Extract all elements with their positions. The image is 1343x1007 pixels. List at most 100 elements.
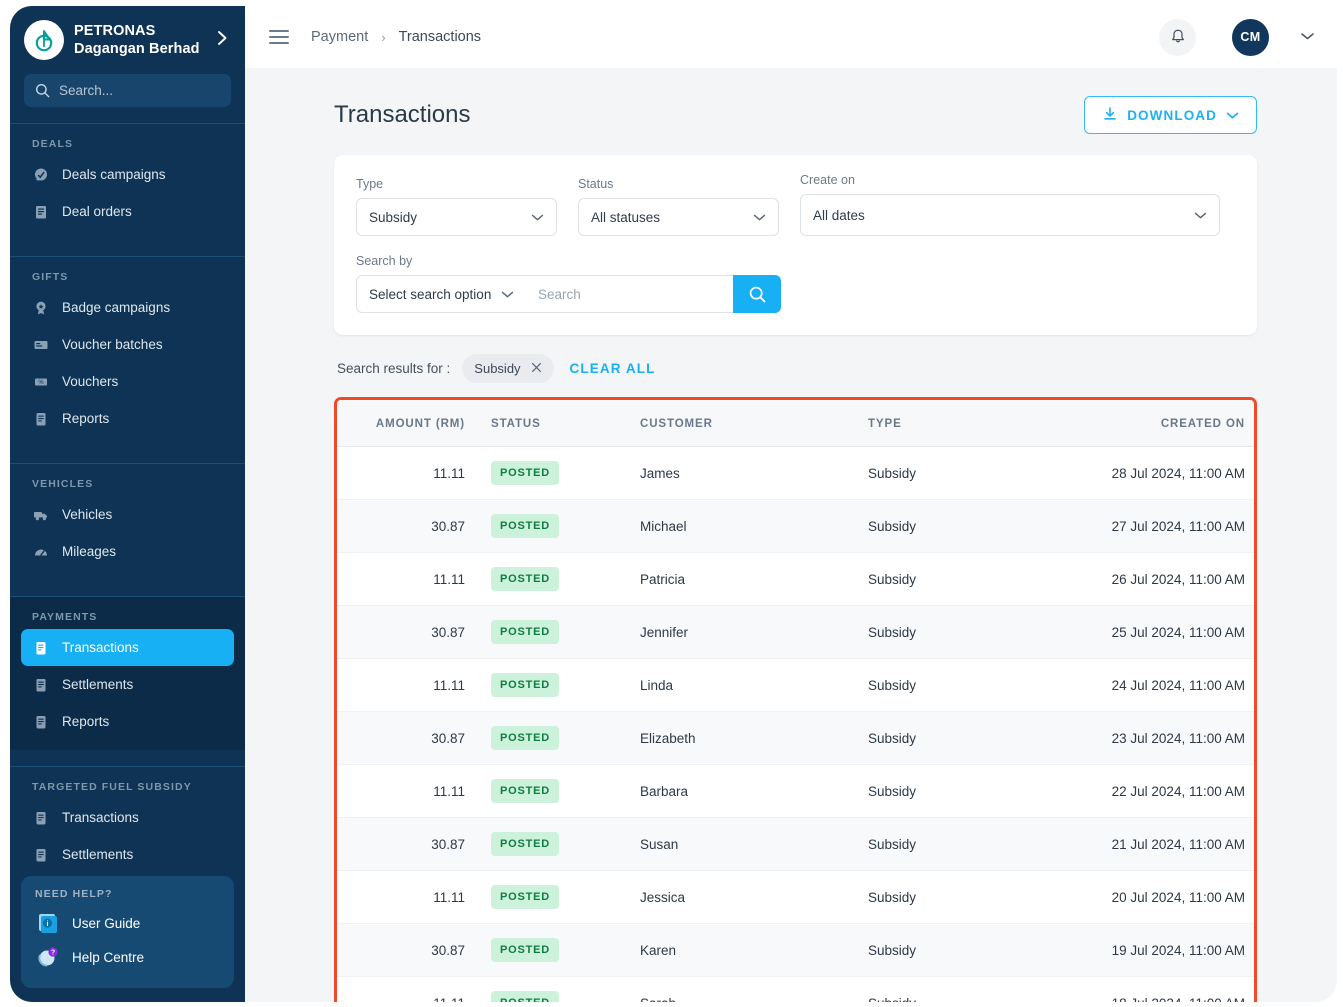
- filter-type-select[interactable]: Subsidy: [356, 198, 557, 236]
- hamburger-icon[interactable]: [269, 26, 289, 48]
- filter-row-primary: Type Subsidy Status All statuses: [356, 173, 1235, 236]
- table-row[interactable]: 11.11POSTEDBarbaraSubsidy22 Jul 2024, 11…: [337, 765, 1254, 818]
- sidebar-item-label: Reports: [62, 411, 109, 426]
- chevron-down-icon[interactable]: [1300, 28, 1315, 46]
- top-bar: Payment › Transactions CM: [245, 6, 1337, 68]
- cell-status: POSTED: [465, 553, 640, 606]
- sidebar-item-vouchers[interactable]: % Vouchers: [21, 363, 234, 400]
- close-icon[interactable]: [531, 361, 542, 376]
- search-input[interactable]: Search: [526, 275, 733, 313]
- sidebar-group-title-gifts: GIFTS: [10, 271, 245, 289]
- cell-status: POSTED: [465, 606, 640, 659]
- transactions-table-highlight: AMOUNT (RM) STATUS CUSTOMER TYPE CREATED…: [334, 397, 1257, 1002]
- table-row[interactable]: 30.87POSTEDKarenSubsidy19 Jul 2024, 11:0…: [337, 924, 1254, 977]
- sidebar-item-vehicles[interactable]: Vehicles: [21, 496, 234, 533]
- column-header-created-on[interactable]: CREATED ON: [1058, 400, 1254, 447]
- breadcrumb-item-payment[interactable]: Payment: [311, 29, 368, 45]
- filter-chip-subsidy[interactable]: Subsidy: [462, 354, 553, 383]
- sidebar-group-targeted-fuel-subsidy: TARGETED FUEL SUBSIDY Transactions Settl…: [10, 767, 245, 883]
- clear-all-button[interactable]: CLEAR ALL: [570, 361, 656, 376]
- sidebar-group-gifts: GIFTS Badge campaigns Voucher batches % …: [10, 257, 245, 447]
- sidebar-item-mileages[interactable]: Mileages: [21, 533, 234, 570]
- column-header-status[interactable]: STATUS: [465, 400, 640, 447]
- app-window: PETRONAS Dagangan Berhad Search... DEALS: [10, 6, 1337, 1002]
- filter-chip-label: Subsidy: [474, 361, 520, 376]
- megaphone-icon: [32, 166, 49, 183]
- sidebar-item-tfs-transactions[interactable]: Transactions: [21, 799, 234, 836]
- search-button[interactable]: [733, 275, 781, 313]
- cell-customer: Elizabeth: [640, 712, 868, 765]
- table-row[interactable]: 11.11POSTEDJessicaSubsidy20 Jul 2024, 11…: [337, 871, 1254, 924]
- brand-line-2: Dagangan Berhad: [74, 40, 206, 58]
- cell-type: Subsidy: [868, 977, 1058, 1003]
- download-button[interactable]: DOWNLOAD: [1084, 96, 1257, 134]
- breadcrumb: Payment › Transactions: [311, 29, 481, 45]
- table-row[interactable]: 30.87POSTEDSusanSubsidy21 Jul 2024, 11:0…: [337, 818, 1254, 871]
- brand-header[interactable]: PETRONAS Dagangan Berhad: [10, 6, 245, 60]
- cell-amount: 30.87: [337, 712, 465, 765]
- notification-bell-icon[interactable]: [1159, 19, 1196, 56]
- sidebar-item-payments-reports[interactable]: Reports: [21, 703, 234, 740]
- sidebar-item-badge-campaigns[interactable]: Badge campaigns: [21, 289, 234, 326]
- sidebar-item-label: Reports: [62, 714, 109, 729]
- sidebar-item-label: Mileages: [62, 544, 116, 559]
- sidebar-search-placeholder: Search...: [59, 83, 113, 98]
- filter-create-on-select[interactable]: All dates: [800, 194, 1220, 236]
- search-results-label: Search results for :: [337, 361, 450, 376]
- breadcrumb-item-transactions[interactable]: Transactions: [399, 29, 481, 45]
- help-item-help-centre[interactable]: ? Help Centre: [21, 940, 234, 974]
- filter-type-value: Subsidy: [369, 210, 531, 225]
- chevron-down-icon: [1194, 208, 1207, 223]
- table-row[interactable]: 11.11POSTEDJamesSubsidy28 Jul 2024, 11:0…: [337, 447, 1254, 500]
- table-row[interactable]: 11.11POSTEDSarahSubsidy18 Jul 2024, 11:0…: [337, 977, 1254, 1003]
- transaction-icon: [32, 639, 49, 656]
- cell-amount: 11.11: [337, 977, 465, 1003]
- help-item-user-guide[interactable]: i User Guide: [21, 906, 234, 940]
- search-option-value: Select search option: [369, 287, 501, 302]
- column-header-amount[interactable]: AMOUNT (RM): [337, 400, 465, 447]
- table-row[interactable]: 11.11POSTEDPatriciaSubsidy26 Jul 2024, 1…: [337, 553, 1254, 606]
- document-icon: [32, 846, 49, 863]
- cell-customer: Michael: [640, 500, 868, 553]
- column-header-type[interactable]: TYPE: [868, 400, 1058, 447]
- sidebar-item-payments-transactions[interactable]: Transactions: [21, 629, 234, 666]
- sidebar-search-input[interactable]: Search...: [24, 74, 231, 107]
- sidebar-item-gifts-reports[interactable]: Reports: [21, 400, 234, 437]
- search-icon: [35, 83, 50, 98]
- column-header-customer[interactable]: CUSTOMER: [640, 400, 868, 447]
- brand-name: PETRONAS Dagangan Berhad: [74, 22, 206, 58]
- sidebar-group-title-deals: DEALS: [10, 138, 245, 156]
- sidebar-item-deals-campaigns[interactable]: Deals campaigns: [21, 156, 234, 193]
- sidebar-item-deal-orders[interactable]: Deal orders: [21, 193, 234, 230]
- cell-amount: 11.11: [337, 553, 465, 606]
- cell-created-on: 26 Jul 2024, 11:00 AM: [1058, 553, 1254, 606]
- report-icon: [32, 410, 49, 427]
- sidebar: PETRONAS Dagangan Berhad Search... DEALS: [10, 6, 245, 1002]
- filter-create-on-value: All dates: [813, 208, 1194, 223]
- sidebar-item-label: Voucher batches: [62, 337, 163, 352]
- table-row[interactable]: 30.87POSTEDJenniferSubsidy25 Jul 2024, 1…: [337, 606, 1254, 659]
- filter-status-select[interactable]: All statuses: [578, 198, 779, 236]
- sidebar-item-payments-settlements[interactable]: Settlements: [21, 666, 234, 703]
- chevron-right-icon[interactable]: [216, 29, 231, 52]
- sidebar-item-voucher-batches[interactable]: Voucher batches: [21, 326, 234, 363]
- table-body: 11.11POSTEDJamesSubsidy28 Jul 2024, 11:0…: [337, 447, 1254, 1003]
- sidebar-item-label: Settlements: [62, 677, 133, 692]
- search-option-select[interactable]: Select search option: [356, 275, 526, 313]
- status-badge: POSTED: [491, 938, 559, 962]
- cell-created-on: 20 Jul 2024, 11:00 AM: [1058, 871, 1254, 924]
- cell-type: Subsidy: [868, 606, 1058, 659]
- petronas-logo-icon: [24, 20, 64, 60]
- chevron-down-icon: [501, 287, 514, 302]
- sidebar-item-label: Deals campaigns: [62, 167, 166, 182]
- sidebar-item-tfs-settlements[interactable]: Settlements: [21, 836, 234, 873]
- filter-create-on-label: Create on: [800, 173, 1220, 187]
- table-row[interactable]: 11.11POSTEDLindaSubsidy24 Jul 2024, 11:0…: [337, 659, 1254, 712]
- avatar[interactable]: CM: [1232, 19, 1269, 56]
- cell-type: Subsidy: [868, 553, 1058, 606]
- table-row[interactable]: 30.87POSTEDElizabethSubsidy23 Jul 2024, …: [337, 712, 1254, 765]
- status-badge: POSTED: [491, 991, 559, 1002]
- cell-status: POSTED: [465, 924, 640, 977]
- table-row[interactable]: 30.87POSTEDMichaelSubsidy27 Jul 2024, 11…: [337, 500, 1254, 553]
- filter-status-value: All statuses: [591, 210, 753, 225]
